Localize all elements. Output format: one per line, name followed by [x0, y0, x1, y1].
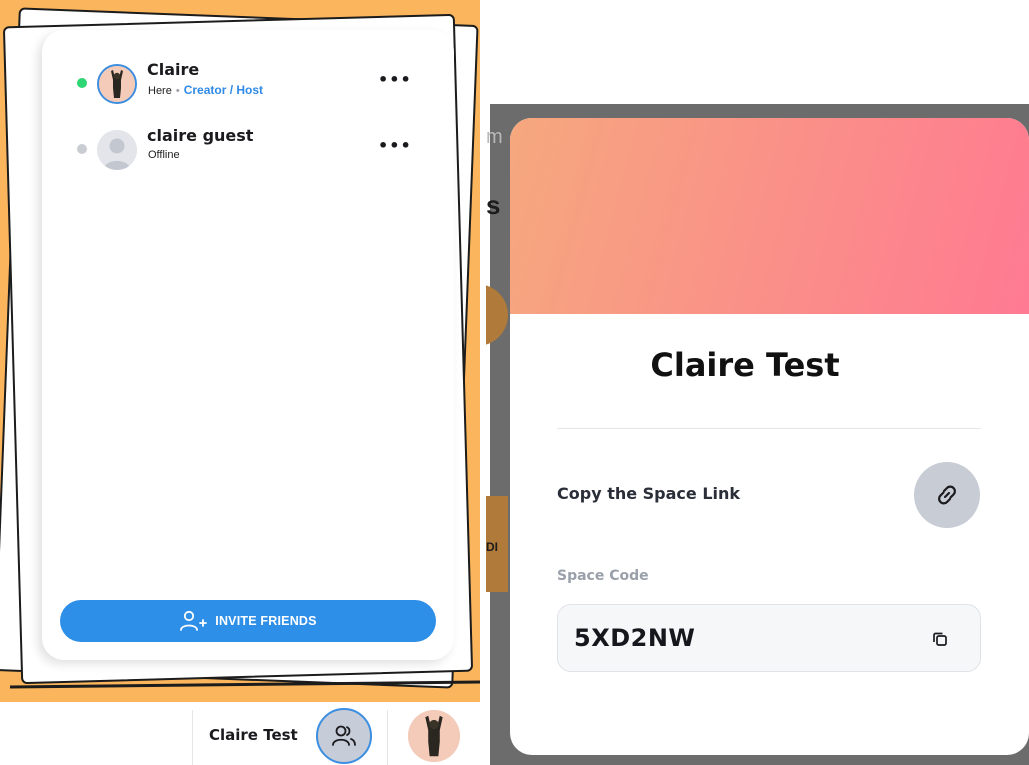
background-button-fragment: DI: [486, 540, 498, 554]
silhouette-photo-icon: [99, 66, 135, 102]
card-divider: [557, 428, 981, 429]
copy-link-button[interactable]: [914, 462, 980, 528]
offline-status-dot: [77, 144, 87, 154]
background-heading-fragment: s: [486, 190, 501, 220]
participant-avatar[interactable]: [97, 64, 137, 104]
participant-name: claire guest: [147, 126, 254, 145]
participant-name: Claire: [147, 60, 200, 79]
space-info-card: Claire Test Copy the Space Link Space Co…: [510, 118, 1029, 755]
invite-friends-label: INVITE FRIENDS: [215, 614, 317, 628]
default-user-icon: [97, 130, 137, 170]
silhouette-photo-icon: [408, 710, 460, 762]
participant-avatar[interactable]: [97, 130, 137, 170]
right-scene: m s DI Claire Test Copy the Space Link S…: [486, 0, 1029, 765]
participants-toggle-button[interactable]: [316, 708, 372, 764]
participant-row[interactable]: Claire Here • Creator / Host •••: [42, 60, 454, 126]
left-scene: Claire Here • Creator / Host ••• claire gu…: [0, 0, 480, 765]
add-user-icon: [180, 610, 208, 631]
more-options-button[interactable]: •••: [378, 70, 411, 90]
copy-code-button[interactable]: [928, 627, 952, 651]
background-text-fragment: m: [486, 126, 503, 148]
bar-divider: [387, 710, 388, 765]
card-banner: [510, 118, 1029, 314]
space-code-field[interactable]: 5XD2NW: [557, 604, 981, 672]
copy-icon: [933, 632, 947, 646]
more-options-button[interactable]: •••: [378, 136, 411, 156]
online-status-dot: [77, 78, 87, 88]
people-icon: [332, 725, 356, 746]
space-code-value: 5XD2NW: [574, 624, 696, 652]
link-icon: [938, 485, 956, 505]
participant-status: Here: [148, 85, 172, 97]
participant-status: Offline: [148, 149, 180, 161]
bottom-bar: Claire Test: [0, 702, 486, 765]
separator-dot: •: [175, 85, 180, 97]
participant-status-line: Here • Creator / Host: [148, 83, 263, 97]
invite-friends-button[interactable]: INVITE FRIENDS: [60, 600, 436, 642]
bar-divider: [192, 710, 193, 765]
space-title: Claire Test: [650, 346, 840, 384]
participants-panel: Claire Here • Creator / Host ••• claire gu…: [42, 30, 454, 660]
copy-link-label: Copy the Space Link: [557, 484, 741, 503]
participant-row[interactable]: claire guest Offline •••: [42, 126, 454, 192]
participant-role: Creator / Host: [183, 83, 264, 97]
profile-avatar-button[interactable]: [408, 710, 460, 762]
space-code-label: Space Code: [557, 568, 649, 584]
space-name-label[interactable]: Claire Test: [209, 726, 298, 744]
